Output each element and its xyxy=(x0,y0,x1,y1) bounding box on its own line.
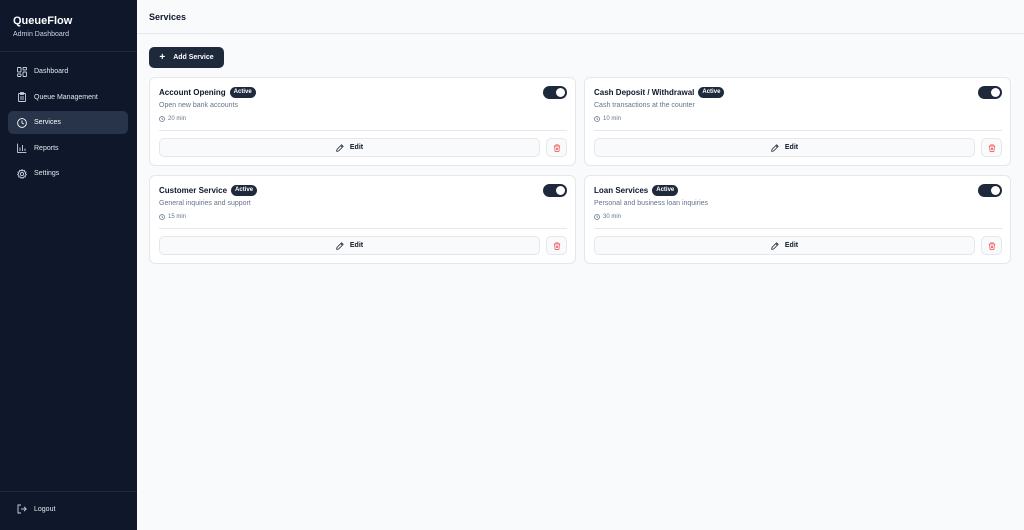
sidebar-item-label: Services xyxy=(34,119,61,127)
service-description: General inquiries and support xyxy=(159,200,251,207)
sidebar-item-label: Settings xyxy=(34,170,60,178)
pencil-icon xyxy=(336,143,344,152)
sidebar-item-services[interactable]: Services xyxy=(8,111,128,135)
sidebar-item-dashboard[interactable]: Dashboard xyxy=(8,60,128,83)
edit-label: Edit xyxy=(784,242,799,249)
brand: QueueFlow Admin Dashboard xyxy=(13,15,72,39)
logout-icon xyxy=(17,504,27,514)
clock-icon xyxy=(17,117,27,128)
delete-button[interactable] xyxy=(981,236,1002,255)
status-badge: Active xyxy=(698,87,725,98)
trash-icon xyxy=(553,241,560,250)
service-toggle[interactable] xyxy=(978,184,1002,197)
duration-text: 15 min xyxy=(168,214,187,220)
service-card-cash-deposit: Cash Deposit / Withdrawal Active Cash tr… xyxy=(584,77,1011,166)
brand-subtitle: Admin Dashboard xyxy=(13,31,70,38)
service-card-account-opening: Account Opening Active Open new bank acc… xyxy=(149,77,576,166)
clock-icon xyxy=(594,116,600,122)
pencil-icon xyxy=(771,143,779,152)
edit-button[interactable]: Edit xyxy=(594,236,975,255)
service-duration: 20 min xyxy=(159,116,186,122)
edit-label: Edit xyxy=(349,242,364,249)
clipboard-icon xyxy=(17,92,27,103)
sidebar-item-reports[interactable]: Reports xyxy=(8,137,128,160)
delete-button[interactable] xyxy=(981,138,1002,157)
clock-icon xyxy=(159,116,165,122)
card-divider xyxy=(594,130,1002,131)
service-toggle[interactable] xyxy=(978,86,1002,99)
add-service-label: Add Service xyxy=(173,54,214,61)
sidebar-item-label: Reports xyxy=(34,144,59,152)
service-description: Open new bank accounts xyxy=(159,102,238,109)
pencil-icon xyxy=(336,241,344,250)
add-service-button[interactable]: + Add Service xyxy=(149,47,224,68)
service-card-customer-service: Customer Service Active General inquirie… xyxy=(149,175,576,264)
page-title: Services xyxy=(149,12,187,22)
pencil-icon xyxy=(771,241,779,250)
delete-button[interactable] xyxy=(546,138,567,157)
gear-icon xyxy=(17,168,27,179)
brand-name: QueueFlow xyxy=(13,15,73,27)
trash-icon xyxy=(988,241,995,250)
service-card-loan-services: Loan Services Active Personal and busine… xyxy=(584,175,1011,264)
edit-label: Edit xyxy=(784,144,799,151)
sidebar-item-settings[interactable]: Settings xyxy=(8,162,128,185)
page-header: Services xyxy=(137,0,1024,34)
card-divider xyxy=(594,228,1002,229)
card-divider xyxy=(159,228,567,229)
card-title-row: Account Opening Active xyxy=(159,87,256,98)
edit-button[interactable]: Edit xyxy=(159,138,540,157)
sidebar-item-label: Dashboard xyxy=(34,68,69,75)
card-title-row: Customer Service Active xyxy=(159,185,258,196)
clock-icon xyxy=(594,214,600,220)
plus-icon: + xyxy=(159,51,166,63)
sidebar-item-label: Queue Management xyxy=(34,93,98,101)
status-badge: Active xyxy=(231,185,258,196)
sidebar-item-queue-management[interactable]: Queue Management xyxy=(8,86,128,109)
duration-text: 20 min xyxy=(168,116,187,122)
delete-button[interactable] xyxy=(546,236,567,255)
logout-button[interactable]: Logout xyxy=(17,504,55,514)
sidebar-nav: Dashboard Queue Management Services Repo… xyxy=(8,60,128,188)
dashboard-icon xyxy=(17,66,27,77)
service-name: Cash Deposit / Withdrawal xyxy=(594,88,695,97)
service-duration: 15 min xyxy=(159,214,186,220)
clock-icon xyxy=(159,214,165,220)
card-divider xyxy=(159,130,567,131)
sidebar-divider xyxy=(0,51,137,52)
card-title-row: Loan Services Active xyxy=(594,185,679,196)
sidebar: QueueFlow Admin Dashboard Dashboard Queu… xyxy=(0,0,137,530)
duration-text: 10 min xyxy=(603,116,622,122)
status-badge: Active xyxy=(229,87,256,98)
card-title-row: Cash Deposit / Withdrawal Active xyxy=(594,87,725,98)
service-description: Cash transactions at the counter xyxy=(594,102,695,109)
service-duration: 10 min xyxy=(594,116,621,122)
service-toggle[interactable] xyxy=(543,184,567,197)
service-name: Customer Service xyxy=(159,186,228,195)
trash-icon xyxy=(553,143,560,152)
trash-icon xyxy=(988,143,995,152)
duration-text: 30 min xyxy=(603,214,622,220)
service-name: Account Opening xyxy=(159,88,226,97)
toggle-knob xyxy=(991,88,1000,97)
service-duration: 30 min xyxy=(594,214,621,220)
service-description: Personal and business loan inquiries xyxy=(594,200,709,207)
service-name: Loan Services xyxy=(594,186,649,195)
toggle-knob xyxy=(991,186,1000,195)
toggle-knob xyxy=(556,88,565,97)
edit-button[interactable]: Edit xyxy=(159,236,540,255)
status-badge: Active xyxy=(652,185,679,196)
toggle-knob xyxy=(556,186,565,195)
logout-label: Logout xyxy=(34,505,56,513)
edit-label: Edit xyxy=(349,144,364,151)
edit-button[interactable]: Edit xyxy=(594,138,975,157)
service-toggle[interactable] xyxy=(543,86,567,99)
sidebar-divider xyxy=(0,491,137,492)
bar-chart-icon xyxy=(17,143,27,154)
